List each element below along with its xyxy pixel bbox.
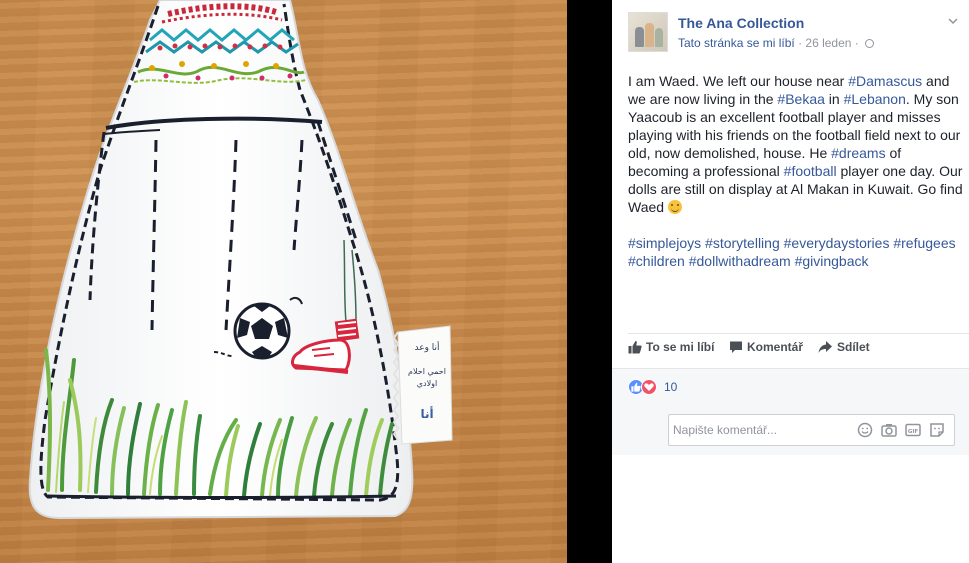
like-label: To se mi líbí [646, 340, 715, 354]
hashtag-link[interactable]: #storytelling [705, 235, 780, 251]
svg-text:GIF: GIF [908, 429, 919, 435]
tag-line-1: أنا وعد [414, 341, 439, 353]
hashtag-link[interactable]: #children [628, 253, 685, 269]
tag-line-3: اولادي [417, 379, 437, 388]
reaction-count: 10 [664, 380, 678, 394]
comment-placeholder: Napište komentář... [673, 423, 778, 437]
chevron-down-icon[interactable] [948, 16, 958, 26]
hashtag-link[interactable]: #dreams [831, 145, 885, 161]
like-button[interactable]: To se mi líbí [628, 340, 714, 354]
hashtag-link[interactable]: #Bekaa [777, 91, 824, 107]
post-side-panel: The Ana Collection Tato stránka se mi lí… [612, 0, 969, 563]
post-timestamp[interactable]: 26 leden [805, 36, 851, 50]
thumbs-up-icon [628, 341, 642, 354]
sticker-icon[interactable] [929, 422, 945, 438]
page-name-link[interactable]: The Ana Collection [678, 15, 804, 31]
lightbox-gap [567, 0, 612, 563]
comment-button[interactable]: Komentář [729, 340, 803, 354]
globe-icon [865, 39, 875, 48]
post-photo[interactable]: أنا وعد احمي احلام اولادي أنا [0, 0, 567, 563]
hashtag-link[interactable]: #football [784, 163, 837, 179]
football-embroidery [233, 302, 291, 360]
comment-icon [730, 341, 742, 353]
hashtag-link[interactable]: #givingback [795, 253, 869, 269]
post-paragraph: I am Waed. We left our house near #Damas… [628, 73, 963, 215]
share-button[interactable]: Sdílet [818, 340, 870, 354]
hashtag-link[interactable]: #simplejoys [628, 235, 701, 251]
post-header: The Ana Collection Tato stránka se mi lí… [628, 12, 958, 54]
embroidered-doll-image: أنا وعد احمي احلام اولادي أنا [28, 0, 453, 520]
post-hashtags: #simplejoys #storytelling #everydaystori… [628, 234, 964, 270]
camera-icon[interactable] [881, 422, 897, 438]
comment-input[interactable]: Napište komentář... GIF [668, 414, 955, 446]
meta-separator: · [798, 36, 803, 50]
hashtag-link[interactable]: #dollwithadream [689, 253, 791, 269]
meta-separator: · [854, 36, 859, 50]
hashtag-link[interactable]: #Damascus [848, 73, 922, 89]
comment-label: Komentář [747, 340, 804, 354]
share-arrow-icon [818, 341, 832, 353]
divider [628, 333, 969, 334]
post-body: I am Waed. We left our house near #Damas… [628, 72, 964, 288]
emoji-icon[interactable] [857, 422, 873, 438]
page-avatar[interactable] [628, 12, 668, 52]
hashtag-link[interactable]: #Lebanon [844, 91, 906, 107]
love-reaction-icon [641, 379, 657, 395]
share-label: Sdílet [837, 340, 870, 354]
comments-section: 10 Napište komentář... GIF [612, 369, 969, 455]
hashtag-link[interactable]: #everydaystories [784, 235, 890, 251]
tag-logo: أنا [420, 406, 433, 421]
fabric-label-tag: أنا وعد احمي احلام اولادي أنا [392, 325, 453, 445]
gif-icon[interactable]: GIF [905, 422, 921, 438]
like-page-link[interactable]: Tato stránka se mi líbí [678, 36, 795, 50]
tag-line-2: احمي احلام [408, 367, 446, 376]
smiley-emoji-icon [667, 200, 682, 214]
hashtag-link[interactable]: #refugees [893, 235, 955, 251]
post-meta: Tato stránka se mi líbí · 26 leden · [678, 36, 875, 50]
